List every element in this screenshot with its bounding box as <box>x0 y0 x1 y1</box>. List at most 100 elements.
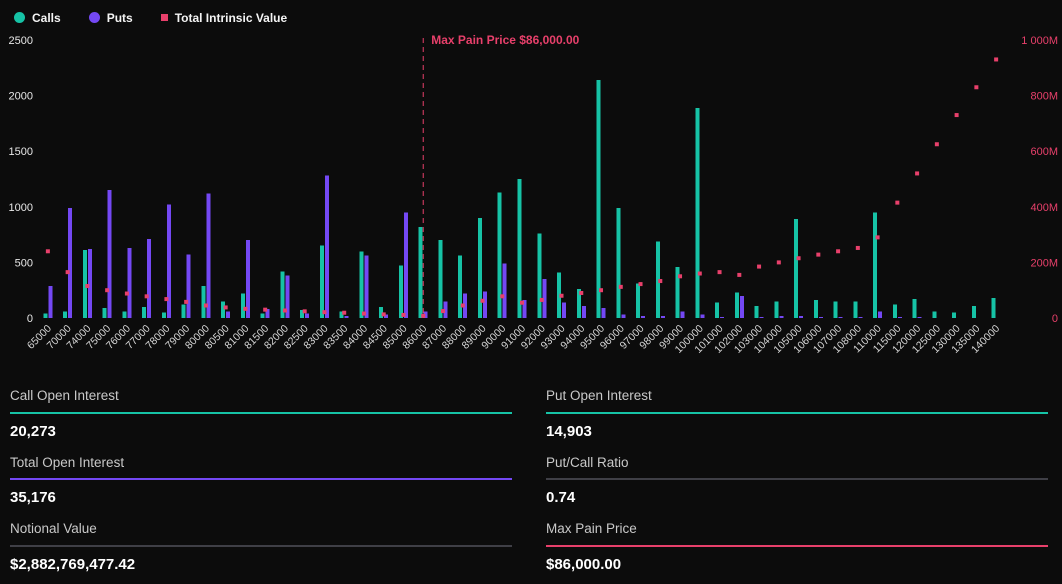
puts-bar[interactable] <box>187 255 191 318</box>
intrinsic-value-point[interactable] <box>619 285 623 289</box>
legend-item-calls[interactable]: Calls <box>14 11 61 25</box>
calls-bar[interactable] <box>399 266 403 318</box>
puts-bar[interactable] <box>108 190 112 318</box>
intrinsic-value-point[interactable] <box>599 288 603 292</box>
intrinsic-value-point[interactable] <box>125 292 129 296</box>
calls-bar[interactable] <box>122 311 126 318</box>
intrinsic-value-point[interactable] <box>362 312 366 316</box>
puts-bar[interactable] <box>325 176 329 318</box>
puts-bar[interactable] <box>740 296 744 318</box>
intrinsic-value-point[interactable] <box>480 299 484 303</box>
calls-bar[interactable] <box>616 208 620 318</box>
calls-bar[interactable] <box>142 307 146 318</box>
calls-bar[interactable] <box>774 301 778 318</box>
puts-bar[interactable] <box>878 311 882 318</box>
calls-bar[interactable] <box>438 240 442 318</box>
puts-bar[interactable] <box>720 317 724 318</box>
calls-bar[interactable] <box>972 306 976 318</box>
calls-bar[interactable] <box>814 300 818 318</box>
intrinsic-value-point[interactable] <box>224 305 228 309</box>
intrinsic-value-point[interactable] <box>322 310 326 314</box>
calls-bar[interactable] <box>913 299 917 318</box>
calls-bar[interactable] <box>320 246 324 318</box>
calls-bar[interactable] <box>43 314 47 318</box>
intrinsic-value-point[interactable] <box>955 113 959 117</box>
calls-bar[interactable] <box>458 256 462 318</box>
intrinsic-value-point[interactable] <box>678 274 682 278</box>
calls-bar[interactable] <box>241 294 245 318</box>
intrinsic-value-point[interactable] <box>263 308 267 312</box>
calls-bar[interactable] <box>893 305 897 318</box>
intrinsic-value-point[interactable] <box>145 294 149 298</box>
intrinsic-value-point[interactable] <box>777 260 781 264</box>
calls-bar[interactable] <box>518 179 522 318</box>
puts-bar[interactable] <box>661 316 665 318</box>
calls-bar[interactable] <box>695 108 699 318</box>
puts-bar[interactable] <box>246 240 250 318</box>
intrinsic-value-point[interactable] <box>915 171 919 175</box>
puts-bar[interactable] <box>88 249 92 318</box>
intrinsic-value-point[interactable] <box>184 300 188 304</box>
calls-bar[interactable] <box>419 227 423 318</box>
intrinsic-value-point[interactable] <box>283 308 287 312</box>
puts-bar[interactable] <box>641 316 645 318</box>
puts-bar[interactable] <box>760 317 764 318</box>
puts-bar[interactable] <box>503 264 507 318</box>
calls-bar[interactable] <box>182 305 186 318</box>
calls-bar[interactable] <box>636 284 640 318</box>
puts-bar[interactable] <box>681 311 685 318</box>
intrinsic-value-point[interactable] <box>935 142 939 146</box>
intrinsic-value-point[interactable] <box>757 265 761 269</box>
puts-bar[interactable] <box>68 208 72 318</box>
puts-bar[interactable] <box>364 256 368 318</box>
calls-bar[interactable] <box>103 308 107 318</box>
intrinsic-value-point[interactable] <box>737 273 741 277</box>
puts-bar[interactable] <box>127 248 131 318</box>
puts-bar[interactable] <box>799 316 803 318</box>
puts-bar[interactable] <box>483 291 487 318</box>
calls-bar[interactable] <box>537 233 541 318</box>
puts-bar[interactable] <box>404 212 408 318</box>
calls-bar[interactable] <box>478 218 482 318</box>
intrinsic-value-point[interactable] <box>441 309 445 313</box>
intrinsic-value-point[interactable] <box>698 272 702 276</box>
intrinsic-value-point[interactable] <box>560 294 564 298</box>
calls-bar[interactable] <box>853 301 857 318</box>
calls-bar[interactable] <box>794 219 798 318</box>
calls-bar[interactable] <box>932 311 936 318</box>
intrinsic-value-point[interactable] <box>85 284 89 288</box>
calls-bar[interactable] <box>873 212 877 318</box>
intrinsic-value-point[interactable] <box>243 307 247 311</box>
intrinsic-value-point[interactable] <box>639 282 643 286</box>
intrinsic-value-point[interactable] <box>718 270 722 274</box>
intrinsic-value-point[interactable] <box>401 313 405 317</box>
intrinsic-value-point[interactable] <box>579 291 583 295</box>
puts-bar[interactable] <box>858 317 862 318</box>
intrinsic-value-point[interactable] <box>876 235 880 239</box>
puts-bar[interactable] <box>621 315 625 318</box>
options-chart[interactable]: 050010001500200025000200M400M600M800M1 0… <box>0 26 1062 374</box>
intrinsic-value-point[interactable] <box>974 85 978 89</box>
intrinsic-value-point[interactable] <box>382 312 386 316</box>
puts-bar[interactable] <box>226 311 230 318</box>
puts-bar[interactable] <box>700 315 704 318</box>
calls-bar[interactable] <box>834 301 838 318</box>
intrinsic-value-point[interactable] <box>204 303 208 307</box>
puts-bar[interactable] <box>839 317 843 318</box>
calls-bar[interactable] <box>992 298 996 318</box>
calls-bar[interactable] <box>63 311 67 318</box>
intrinsic-value-point[interactable] <box>500 294 504 298</box>
intrinsic-value-point[interactable] <box>520 301 524 305</box>
puts-bar[interactable] <box>918 317 922 318</box>
intrinsic-value-point[interactable] <box>303 309 307 313</box>
intrinsic-value-point[interactable] <box>797 256 801 260</box>
intrinsic-value-point[interactable] <box>461 303 465 307</box>
puts-bar[interactable] <box>345 316 349 318</box>
calls-bar[interactable] <box>221 301 225 318</box>
intrinsic-value-point[interactable] <box>164 297 168 301</box>
puts-bar[interactable] <box>898 317 902 318</box>
legend-item-intrinsic[interactable]: Total Intrinsic Value <box>161 11 287 25</box>
intrinsic-value-point[interactable] <box>342 311 346 315</box>
puts-bar[interactable] <box>48 286 52 318</box>
legend-item-puts[interactable]: Puts <box>89 11 133 25</box>
